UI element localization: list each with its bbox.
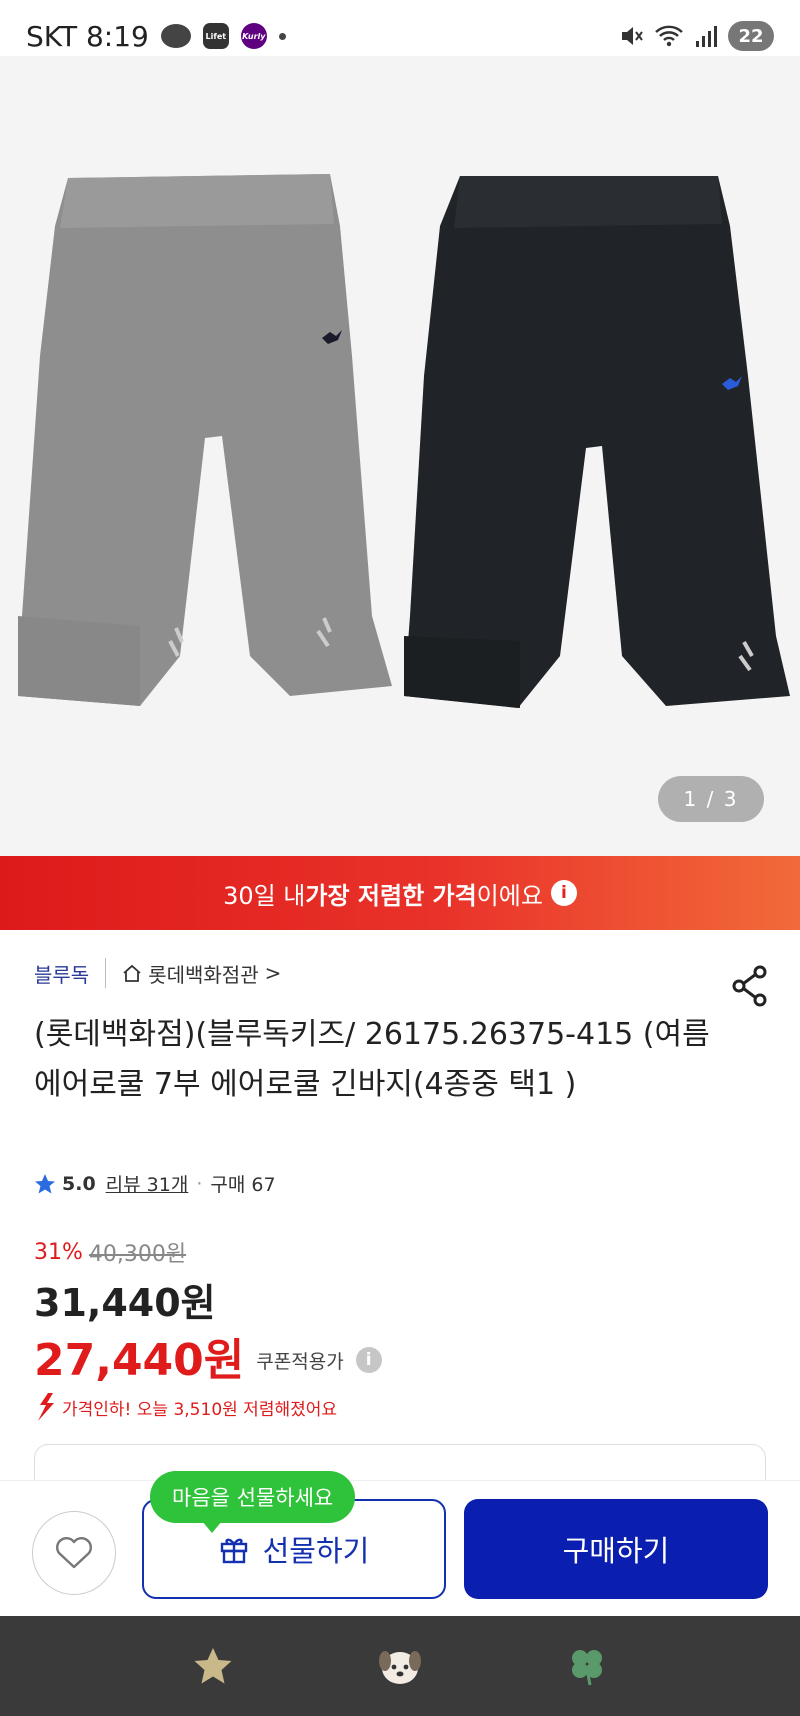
purchase-action-bar: 선물하기 마음을 선물하세요 구매하기 bbox=[0, 1471, 800, 1616]
star-icon bbox=[35, 1173, 55, 1193]
nav-clover[interactable] bbox=[562, 1641, 612, 1691]
image-counter: 1 / 3 bbox=[658, 776, 764, 822]
share-icon[interactable] bbox=[730, 964, 770, 1008]
brand-row: 블루독 롯데백화점관 > bbox=[34, 958, 281, 988]
gift-tooltip: 마음을 선물하세요 bbox=[150, 1471, 356, 1533]
lifet-notification-icon: Lifet bbox=[202, 23, 229, 49]
nav-home[interactable] bbox=[375, 1641, 425, 1691]
coupon-label: 쿠폰적용가 bbox=[256, 1350, 344, 1373]
coupon-price: 27,440원 bbox=[34, 1335, 245, 1386]
sale-price: 31,440원 bbox=[34, 1281, 216, 1325]
coupon-price-row: 27,440원 쿠폰적용가 i bbox=[34, 1324, 382, 1388]
status-left: SKT 8:19 Lifet Kurly bbox=[26, 20, 286, 53]
separator: · bbox=[196, 1172, 203, 1195]
price-down-arrow-icon bbox=[38, 1393, 54, 1421]
product-image-gallery[interactable]: 1 / 3 bbox=[0, 56, 800, 856]
carrier-time: SKT 8:19 bbox=[26, 19, 149, 53]
nav-favorites[interactable] bbox=[188, 1641, 238, 1691]
product-title: (롯데백화점)(블루독키즈/ 26175.26375-415 (여름 에어로쿨 … bbox=[34, 1017, 710, 1102]
bottom-navigation bbox=[0, 1616, 800, 1716]
wifi-icon bbox=[655, 25, 683, 47]
banner-suffix: 이에요 bbox=[476, 881, 543, 910]
brand-divider bbox=[105, 958, 107, 988]
lowest-price-banner[interactable]: 30일 내 가장 저렴한 가격 이에요 i bbox=[0, 856, 800, 930]
banner-highlight: 가장 저렴한 가격 bbox=[305, 881, 477, 910]
info-icon[interactable]: i bbox=[550, 880, 577, 906]
clover-nav-icon bbox=[571, 1650, 602, 1686]
rating-row: 5.0 리뷰 31개 · 구매 67 bbox=[34, 1170, 276, 1197]
coupon-box[interactable] bbox=[34, 1444, 766, 1484]
home-icon bbox=[123, 964, 141, 982]
puppy-nav-icon bbox=[378, 1651, 421, 1684]
kurly-notification-icon: Kurly bbox=[240, 23, 267, 49]
brand-link[interactable]: 블루독 bbox=[34, 959, 89, 988]
star-nav-icon bbox=[194, 1648, 232, 1684]
price-drop-text: 가격인하! 오늘 3,510원 저렴해졌어요 bbox=[62, 1399, 338, 1420]
wishlist-button[interactable] bbox=[32, 1511, 116, 1595]
price-drop-notice: 가격인하! 오늘 3,510원 저렴해졌어요 bbox=[34, 1392, 337, 1422]
coupon-info-icon[interactable]: i bbox=[355, 1347, 382, 1373]
talk-notification-icon bbox=[160, 24, 191, 48]
heart-icon bbox=[56, 1537, 92, 1569]
original-price: 40,300원 bbox=[88, 1242, 187, 1267]
status-right: 22 bbox=[618, 21, 774, 51]
battery-indicator: 22 bbox=[728, 21, 774, 51]
chevron-right-icon: > bbox=[264, 961, 282, 985]
discount-row: 31% 40,300원 bbox=[34, 1236, 186, 1268]
gift-icon bbox=[220, 1538, 247, 1564]
buy-button[interactable]: 구매하기 bbox=[464, 1499, 768, 1599]
review-count-link[interactable]: 리뷰 31개 bbox=[106, 1170, 189, 1197]
product-image[interactable] bbox=[0, 56, 800, 856]
more-notifications-dot bbox=[278, 32, 286, 40]
signal-icon bbox=[696, 26, 717, 47]
mute-icon bbox=[622, 27, 643, 45]
banner-prefix: 30일 내 bbox=[223, 881, 306, 910]
store-name: 롯데백화점관 bbox=[148, 962, 259, 987]
purchase-count: 구매 67 bbox=[210, 1174, 276, 1196]
rating-value: 5.0 bbox=[62, 1172, 96, 1195]
gift-button-label: 선물하기 bbox=[262, 1534, 370, 1568]
discount-rate: 31% bbox=[34, 1239, 83, 1265]
store-link[interactable]: 롯데백화점관 > bbox=[122, 959, 281, 988]
